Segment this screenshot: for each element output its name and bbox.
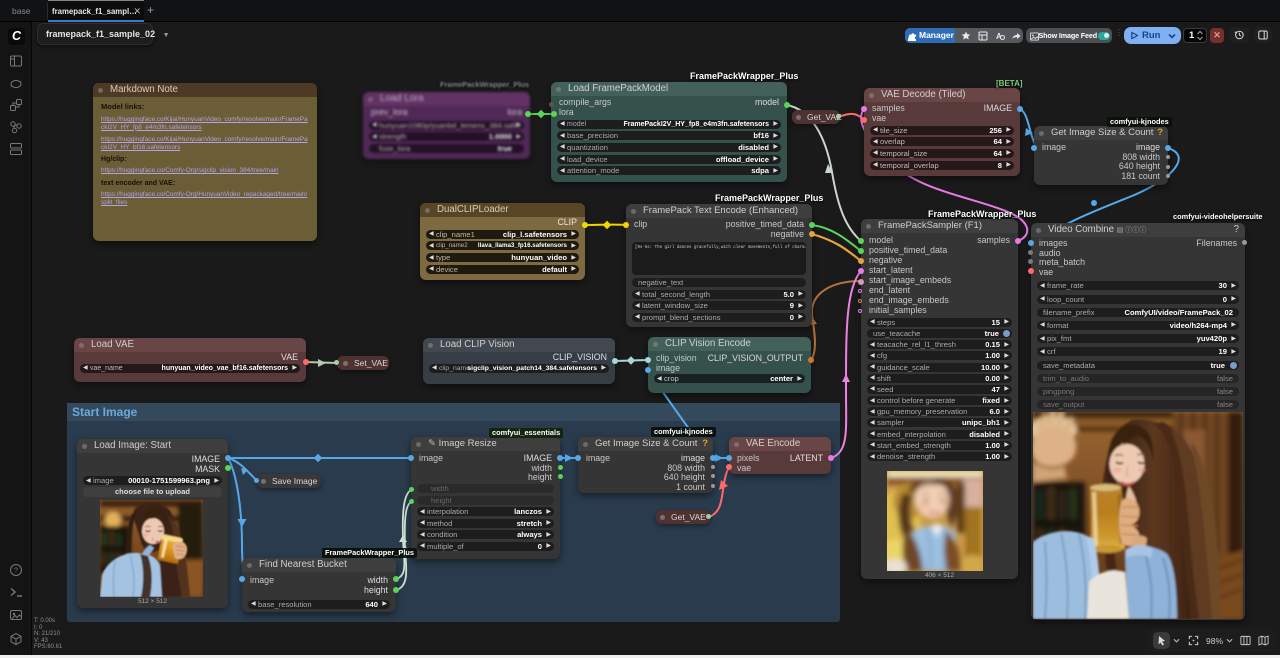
svg-text:?: ? [14,566,18,575]
